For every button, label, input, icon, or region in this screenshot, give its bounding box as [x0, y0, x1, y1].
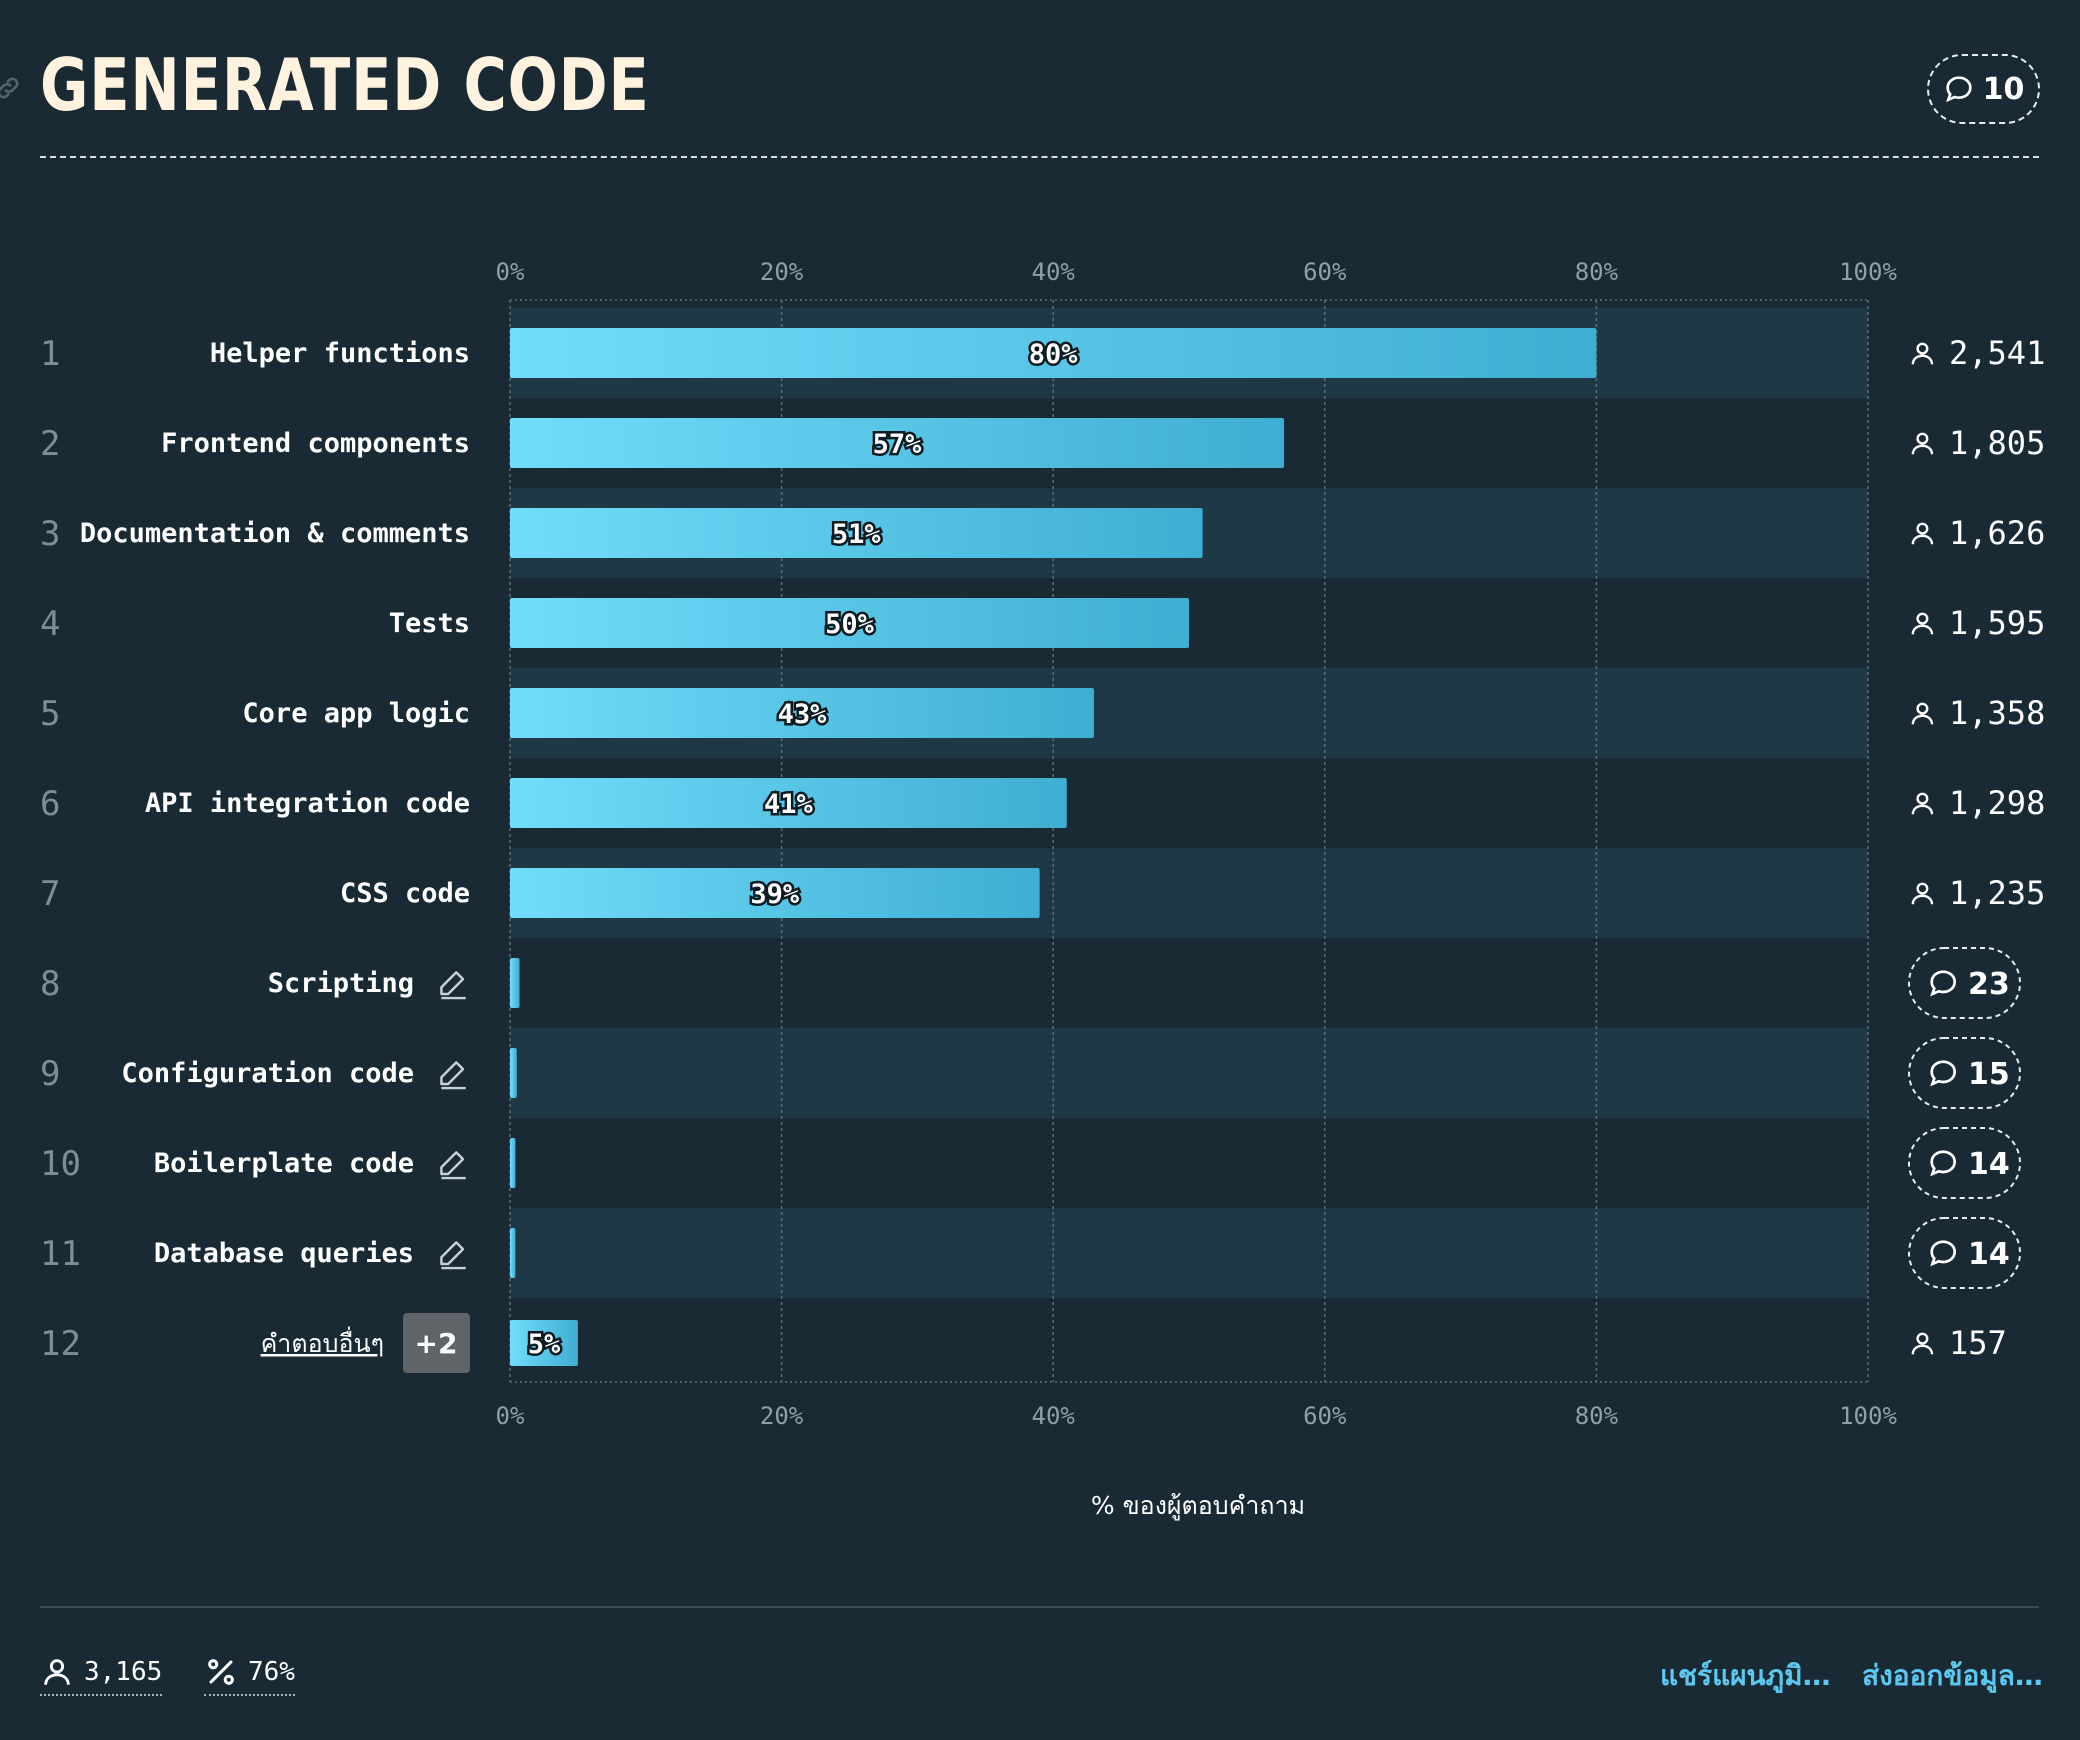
x-tick-label-top: 60%: [1303, 258, 1347, 286]
x-tick-label-bottom: 60%: [1303, 1402, 1347, 1430]
row-rank: 9: [40, 1054, 60, 1094]
comment-icon: [1930, 1060, 1957, 1087]
respondent-count: 1,358: [1949, 694, 2045, 732]
bar-chart: 0% 0% 20% 20% 40% 40% 60% 60% 80% 80% 100% 100% 1 Hel…: [40, 258, 2045, 1521]
person-icon: [1911, 792, 1934, 815]
row-band: [510, 1028, 1868, 1118]
x-tick-label-bottom: 80%: [1575, 1402, 1619, 1430]
category-label: CSS code: [340, 878, 470, 909]
percent-icon: [208, 1659, 234, 1685]
edit-icon[interactable]: [440, 971, 466, 1000]
row-rank: 6: [40, 784, 60, 824]
x-tick-label-top: 40%: [1032, 258, 1076, 286]
bar-value-label: 57%: [873, 429, 923, 460]
x-tick-label-bottom: 20%: [760, 1402, 804, 1430]
bar[interactable]: [510, 1138, 516, 1188]
comment-icon: [1930, 1150, 1957, 1177]
footer-respondents[interactable]: 3,165: [40, 1652, 163, 1696]
comment-icon: [1930, 970, 1957, 997]
respondent-count: 1,805: [1949, 424, 2045, 462]
category-label: Helper functions: [210, 338, 470, 369]
bar[interactable]: [510, 1048, 517, 1098]
respondent-count: 1,626: [1949, 514, 2045, 552]
x-tick-label-bottom: 40%: [1032, 1402, 1076, 1430]
comment-icon: [1930, 1240, 1957, 1267]
x-tick-label-top: 20%: [760, 258, 804, 286]
x-tick-label-bottom: 100%: [1839, 1402, 1897, 1430]
footer-respondents-count: 3,165: [84, 1657, 163, 1687]
x-axis-title: % ของผู้ตอบคำถาม: [1091, 1491, 1305, 1521]
x-tick-label-top: 100%: [1839, 258, 1897, 286]
bar-value-label: 51%: [832, 519, 882, 550]
comment-count: 15: [1968, 1057, 2010, 1092]
comment-count: 14: [1968, 1147, 2010, 1182]
respondent-count: 1,235: [1949, 874, 2045, 912]
footer-divider: [40, 1606, 2039, 1608]
share-chart-link[interactable]: แชร์แผนภูมิ…: [1660, 1654, 1831, 1698]
footer-percent[interactable]: 76%: [204, 1652, 295, 1696]
person-icon: [1911, 432, 1934, 455]
x-tick-label-top: 0%: [496, 258, 525, 286]
comment-count: 14: [1968, 1237, 2010, 1272]
row-rank: 11: [40, 1234, 81, 1274]
bar-value-label: 41%: [764, 789, 814, 820]
row-rank: 8: [40, 964, 60, 1004]
person-icon: [44, 1659, 70, 1685]
row-rank: 3: [40, 514, 60, 554]
category-label: Frontend components: [161, 428, 470, 459]
person-icon: [1911, 342, 1934, 365]
person-icon: [1911, 702, 1934, 725]
bar-value-label: 39%: [750, 879, 800, 910]
person-icon: [1911, 522, 1934, 545]
category-label: Scripting: [268, 968, 414, 999]
bar-value-label: 5%: [528, 1329, 561, 1360]
row-band: [510, 1208, 1868, 1298]
category-label: Database queries: [154, 1238, 414, 1269]
export-data-link[interactable]: ส่งออกข้อมูล…: [1862, 1654, 2043, 1698]
row-rank: 5: [40, 694, 60, 734]
category-label: Tests: [389, 608, 470, 639]
edit-icon[interactable]: [440, 1241, 466, 1270]
category-label: Core app logic: [242, 698, 470, 729]
row-rank: 10: [40, 1144, 81, 1184]
edit-icon[interactable]: [440, 1151, 466, 1180]
category-label: Documentation & comments: [80, 518, 470, 549]
bar[interactable]: [510, 1228, 516, 1278]
category-label: Configuration code: [121, 1058, 414, 1089]
footer-percent-value: 76%: [248, 1657, 295, 1687]
row-rank: 4: [40, 604, 60, 644]
bar-value-label: 50%: [825, 609, 875, 640]
edit-icon[interactable]: [440, 1061, 466, 1090]
row-rank: 1: [40, 334, 60, 374]
row-rank: 12: [40, 1324, 81, 1364]
respondent-count: 157: [1949, 1324, 2007, 1362]
person-icon: [1911, 882, 1934, 905]
comment-count: 23: [1968, 967, 2010, 1002]
category-label: API integration code: [145, 788, 470, 819]
respondent-count: 1,298: [1949, 784, 2045, 822]
row-rank: 2: [40, 424, 60, 464]
bar-value-label: 43%: [778, 699, 828, 730]
other-answers-badge-text: +2: [415, 1327, 458, 1360]
respondent-count: 1,595: [1949, 604, 2045, 642]
bar-value-label: 80%: [1029, 339, 1079, 370]
other-answers-label[interactable]: คำตอบอื่นๆ: [261, 1326, 384, 1358]
person-icon: [1911, 612, 1934, 635]
respondent-count: 2,541: [1949, 334, 2045, 372]
x-tick-label-bottom: 0%: [496, 1402, 525, 1430]
row-rank: 7: [40, 874, 60, 914]
person-icon: [1911, 1332, 1934, 1355]
bar[interactable]: [510, 958, 520, 1008]
x-tick-label-top: 80%: [1575, 258, 1619, 286]
category-label: Boilerplate code: [154, 1148, 414, 1179]
